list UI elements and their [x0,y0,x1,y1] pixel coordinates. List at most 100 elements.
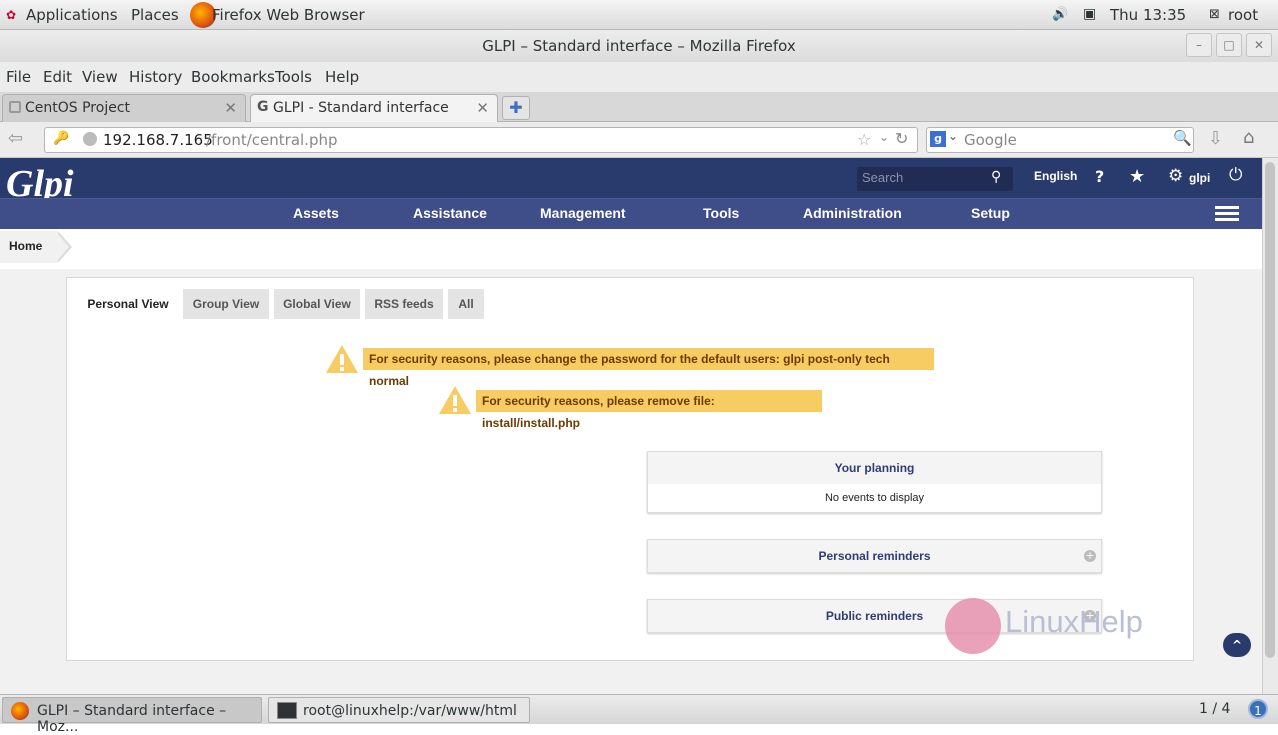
globe-icon [83,132,97,146]
gnome-top-bar: ✿ Applications Places Firefox Web Browse… [0,0,1278,30]
warning-icon [439,386,471,414]
bookmark-star-icon[interactable]: ☆ [857,130,871,149]
clock[interactable]: Thu 13:35 [1110,6,1186,24]
home-icon[interactable]: ⌂ [1243,127,1254,148]
search-placeholder: Google [964,131,1017,149]
taskbar-item-label: GLPI – Standard interface – Moz... [37,703,227,735]
new-tab-icon[interactable]: ✚ [502,96,530,120]
tab-global-view[interactable]: Global View [274,289,360,319]
google-icon[interactable]: g [930,131,946,147]
chevron-down-icon[interactable]: ⌄ [948,129,958,143]
menu-management[interactable]: Management [540,205,626,221]
back-arrow-icon[interactable]: ⇦ [8,128,23,149]
search-icon[interactable]: ⚲ [991,169,1001,185]
planning-empty-text: No events to display [648,484,1101,512]
breadcrumb: Home [0,229,1262,269]
maximize-icon[interactable]: □ [1216,33,1242,57]
volume-icon[interactable]: 🔊 [1052,7,1068,22]
notification-badge[interactable]: 1 [1248,699,1268,719]
taskbar-firefox[interactable]: GLPI – Standard interface – Moz... [2,697,262,735]
page-viewport: Glpi Search ⚲ English ? ★ ⚙ glpi ⏻ Asset… [0,158,1262,694]
planning-title[interactable]: Your planning [648,452,1101,484]
user-menu[interactable]: root [1228,6,1258,24]
menu-help[interactable]: Help [325,68,359,86]
firefox-icon [11,702,29,720]
tab-glpi[interactable]: G GLPI - Standard interface ✕ [250,94,498,122]
glpi-main-menu: Assets Assistance Management Tools Admin… [0,198,1262,229]
tab-all[interactable]: All [448,289,484,319]
menu-view[interactable]: View [82,68,118,86]
warning-default-passwords: For security reasons, please change the … [363,348,934,388]
browser-search-box[interactable]: g ⌄ Google 🔍 [926,127,1194,153]
menu-history[interactable]: History [129,68,182,86]
add-icon[interactable]: + [1084,550,1096,562]
glpi-search-placeholder: Search [862,170,904,185]
key-icon: 🔑 [53,131,70,146]
breadcrumb-arrow-fill [56,232,69,262]
menu-edit[interactable]: Edit [43,68,72,86]
firefox-app-label[interactable]: Firefox Web Browser [212,6,365,24]
central-panel: Personal View Group View Global View RSS… [66,277,1194,661]
menu-administration[interactable]: Administration [803,205,902,221]
gear-icon[interactable]: ⚙ [1168,166,1183,186]
warning-icon [326,345,358,373]
breadcrumb-home-label: Home [9,239,43,253]
star-icon[interactable]: ★ [1129,166,1145,187]
menu-assistance[interactable]: Assistance [413,205,487,221]
minimize-icon[interactable]: – [1186,33,1212,57]
language-selector[interactable]: English [1034,169,1077,183]
taskbar-item-label: root@linuxhelp:/var/www/html [303,703,517,719]
close-tab-icon[interactable]: ✕ [224,99,237,117]
network-icon[interactable]: ▣ [1083,6,1096,22]
tab-personal-view[interactable]: Personal View [81,289,175,319]
linuxhelp-watermark: LinuxHelp [1005,604,1143,639]
linuxhelp-logo-mark [945,598,1001,654]
tab-centos[interactable]: CentOS Project ✕ [2,94,246,122]
tab-label: CentOS Project [25,100,131,116]
menu-tools[interactable]: Tools [275,68,312,86]
menu-bar: File Edit View History Bookmarks Tools H… [0,62,1278,92]
close-icon[interactable]: ✕ [1246,33,1272,57]
menu-setup[interactable]: Setup [971,205,1010,221]
applications-menu[interactable]: Applications [26,6,118,24]
personal-reminders-title[interactable]: Personal reminders [648,540,1101,572]
menu-bookmarks[interactable]: Bookmarks [191,68,275,86]
download-icon[interactable]: ⇩ [1208,128,1223,149]
glpi-favicon: G [257,99,269,115]
chevron-down-icon[interactable]: ⌄ [879,130,889,144]
terminal-icon [277,702,297,719]
scrollbar-thumb[interactable] [1265,162,1275,658]
breadcrumb-home[interactable]: Home [0,231,58,263]
search-icon[interactable]: 🔍 [1173,129,1192,147]
url-path: /front/central.php [206,131,338,149]
planning-box: Your planning No events to display [647,451,1102,513]
window-title-bar: GLPI – Standard interface – Mozilla Fire… [0,30,1278,62]
page-icon [9,101,21,113]
url-bar[interactable]: 🔑 192.168.7.165 /front/central.php ☆ ⌄ ↻ [44,127,918,153]
logout-icon[interactable]: ⏻ [1229,165,1242,185]
tab-label: GLPI - Standard interface [273,100,449,116]
workspace-switcher[interactable]: 1 / 4 [1199,701,1230,717]
personal-reminders-box: Personal reminders + [647,539,1102,573]
glpi-user-link[interactable]: glpi [1189,171,1210,185]
warning-install-file: For security reasons, please remove file… [476,390,822,430]
menu-assets[interactable]: Assets [293,205,339,221]
glpi-header: Glpi Search ⚲ English ? ★ ⚙ glpi ⏻ [0,158,1262,204]
user-icon: ⊠ [1209,7,1220,22]
back-to-top-button[interactable]: ^ [1223,633,1251,657]
taskbar-terminal[interactable]: root@linuxhelp:/var/www/html [268,697,530,723]
places-menu[interactable]: Places [131,6,179,24]
glpi-search-input[interactable]: Search ⚲ [857,167,1013,191]
tab-group-view[interactable]: Group View [183,289,269,319]
taskbar: GLPI – Standard interface – Moz... root@… [0,694,1278,735]
tab-bar: CentOS Project ✕ G GLPI - Standard inter… [0,92,1278,122]
url-host: 192.168.7.165 [103,131,213,149]
menu-tools[interactable]: Tools [703,205,739,221]
window-title: GLPI – Standard interface – Mozilla Fire… [482,37,796,55]
applications-icon: ✿ [6,8,17,22]
menu-file[interactable]: File [6,68,31,86]
reload-icon[interactable]: ↻ [895,129,908,148]
tab-rss-feeds[interactable]: RSS feeds [365,289,443,319]
close-tab-icon[interactable]: ✕ [476,99,489,117]
help-icon[interactable]: ? [1095,167,1104,186]
